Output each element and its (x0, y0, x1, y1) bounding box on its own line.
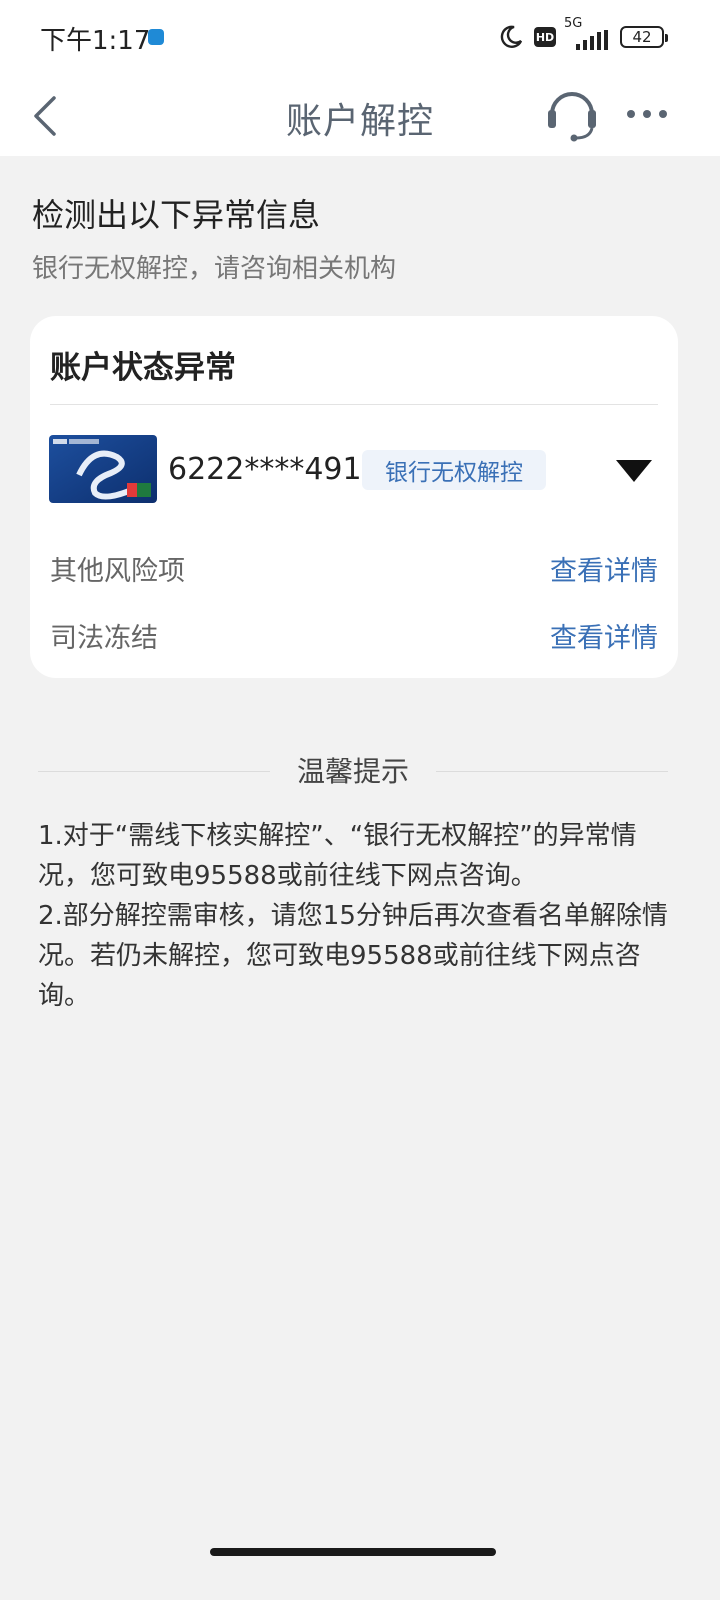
nav-bar: 账户解控 (0, 76, 720, 156)
divider (50, 404, 658, 405)
more-button[interactable] (624, 96, 670, 132)
tips-body: 1.对于“需线下核实解控”、“银行无权解控”的异常情况，您可致电95588或前往… (38, 816, 668, 1016)
risk-row-label: 其他风险项 (50, 556, 185, 587)
battery-icon: 42 (620, 26, 668, 48)
view-details-link-other-risk[interactable]: 查看详情 (550, 549, 658, 588)
status-icons: HD 5G 42 (498, 16, 668, 52)
status-badge: 银行无权解控 (362, 450, 546, 490)
hd-icon: HD (534, 27, 556, 47)
signal-icon (566, 30, 610, 50)
judicial-freeze-label: 司法冻结 (50, 623, 158, 654)
moon-icon (498, 24, 524, 50)
tip-item: 2.部分解控需审核，请您15分钟后再次查看名单解除情况。若仍未解控，您可致电95… (38, 901, 668, 1011)
page-title: 账户解控 (285, 101, 434, 142)
divider (38, 771, 270, 772)
divider (436, 771, 668, 772)
home-indicator[interactable] (210, 1548, 496, 1556)
signal-indicator: 5G (564, 16, 610, 52)
app-notification-icon (148, 29, 164, 45)
bank-card-image (49, 435, 157, 503)
expand-button[interactable] (614, 458, 654, 484)
network-label: 5G (564, 16, 583, 31)
account-status-card: 账户状态异常 6222****4910 银行无权解控 其他风险项 查看详情 司法… (30, 316, 678, 678)
status-time: 下午1:17 (40, 26, 151, 56)
result-subheading: 银行无权解控，请咨询相关机构 (32, 254, 397, 284)
card-title: 账户状态异常 (50, 350, 236, 386)
result-heading: 检测出以下异常信息 (32, 196, 321, 234)
tips-heading: 温馨提示 (296, 755, 409, 788)
status-bar: 下午1:17 HD 5G 42 (0, 0, 720, 76)
headset-icon (548, 92, 596, 142)
triangle-down-icon (616, 460, 652, 482)
card-number: 6222****4910 (168, 452, 381, 487)
view-details-link-judicial-freeze[interactable]: 查看详情 (550, 616, 658, 655)
tip-item: 1.对于“需线下核实解控”、“银行无权解控”的异常情况，您可致电95588或前往… (38, 821, 637, 891)
more-icon (627, 110, 667, 118)
customer-service-button[interactable] (546, 84, 598, 144)
